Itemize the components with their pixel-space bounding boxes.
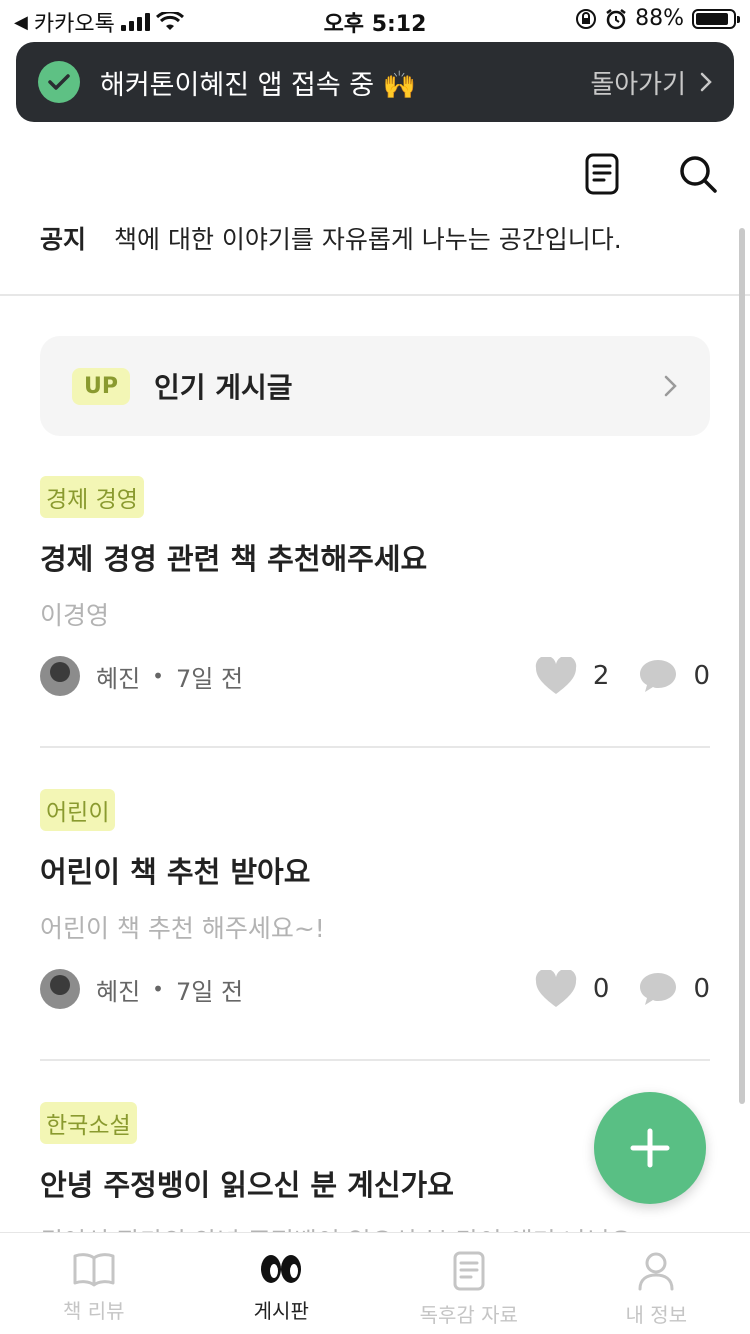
comment-icon[interactable] [639,658,677,694]
post-item[interactable]: 어린이 어린이 책 추천 받아요 어린이 책 추천 해주세요~! 혜진 • 7일… [40,789,710,1009]
like-count: 2 [592,661,610,691]
alarm-icon [606,8,626,29]
notice-text: 책에 대한 이야기를 자유롭게 나누는 공간입니다. [114,225,622,254]
board-toolbar [0,140,750,210]
post-excerpt: 어린이 책 추천 해주세요~! [40,914,325,943]
back-button[interactable]: 돌아가기 [590,64,712,101]
post-title: 어린이 책 추천 받아요 [40,855,311,889]
divider [0,294,750,296]
post-meta: 혜진 • 7일 전 2 0 [40,656,710,696]
category-badge: 경제 경영 [40,476,144,518]
status-bar: ◀ 카카오톡 오후 5:12 88% [0,0,750,40]
separator-dot: • [152,664,164,688]
nav-item-board[interactable]: 게시판 [188,1233,376,1334]
divider [40,746,710,748]
app-connection-banner[interactable]: 해커톤이혜진 앱 접속 중 🙌 돌아가기 [16,42,734,122]
battery-icon [692,8,740,29]
heart-icon[interactable] [535,970,577,1008]
post-excerpt: 이경영 [40,601,110,630]
plus-icon [630,1128,670,1168]
post-time: 7일 전 [175,977,244,1006]
nav-item-report-materials[interactable]: 독후감 자료 [375,1233,563,1334]
nav-item-my-info[interactable]: 내 정보 [563,1233,750,1334]
comment-count: 0 [693,974,710,1004]
write-post-button[interactable] [594,1092,706,1204]
nav-label: 내 정보 [625,1303,688,1327]
avatar[interactable] [40,656,80,696]
nav-label: 게시판 [253,1299,309,1323]
up-badge: UP [72,367,130,405]
search-icon[interactable] [674,150,722,198]
nav-label: 독후감 자료 [419,1303,518,1327]
popular-posts-label: 인기 게시글 [154,371,293,404]
avatar[interactable] [40,969,80,1009]
eyes-icon [261,1255,302,1283]
divider [40,1059,710,1061]
bottom-nav: 책 리뷰 게시판 독후감 자료 내 정보 [0,1232,750,1334]
category-badge: 어린이 [40,789,116,831]
post-stats: 2 0 [535,657,710,695]
notice-label: 공지 [40,225,87,254]
orientation-lock-icon [576,8,597,29]
status-right: 88% [575,6,740,31]
comment-count: 0 [693,661,710,691]
banner-message: 해커톤이혜진 앱 접속 중 🙌 [100,69,417,101]
chevron-right-icon [700,72,712,92]
notice-bar[interactable]: 공지 책에 대한 이야기를 자유롭게 나누는 공간입니다. [40,218,720,258]
post-stats: 0 0 [535,970,710,1008]
popular-posts-button[interactable]: UP 인기 게시글 [40,336,710,436]
person-icon [638,1252,674,1291]
document-icon[interactable] [578,150,626,198]
post-meta: 혜진 • 7일 전 0 0 [40,969,710,1009]
post-time: 7일 전 [175,664,244,693]
comment-icon[interactable] [639,971,677,1007]
heart-icon[interactable] [535,657,577,695]
category-badge: 한국소설 [40,1102,137,1144]
chevron-right-icon [664,375,677,397]
book-icon [73,1253,115,1287]
like-count: 0 [592,974,610,1004]
document-icon [453,1251,485,1291]
nav-item-book-review[interactable]: 책 리뷰 [0,1233,188,1334]
post-title: 경제 경영 관련 책 추천해주세요 [40,542,428,576]
battery-percent: 88% [635,6,684,31]
scrollbar[interactable] [739,228,745,1104]
post-author: 혜진 [96,664,141,693]
post-author: 혜진 [96,977,141,1006]
post-item[interactable]: 경제 경영 경제 경영 관련 책 추천해주세요 이경영 혜진 • 7일 전 2 … [40,476,710,696]
back-button-label: 돌아가기 [590,69,686,100]
separator-dot: • [152,977,164,1001]
check-circle-icon [38,61,80,103]
nav-label: 책 리뷰 [62,1299,125,1323]
